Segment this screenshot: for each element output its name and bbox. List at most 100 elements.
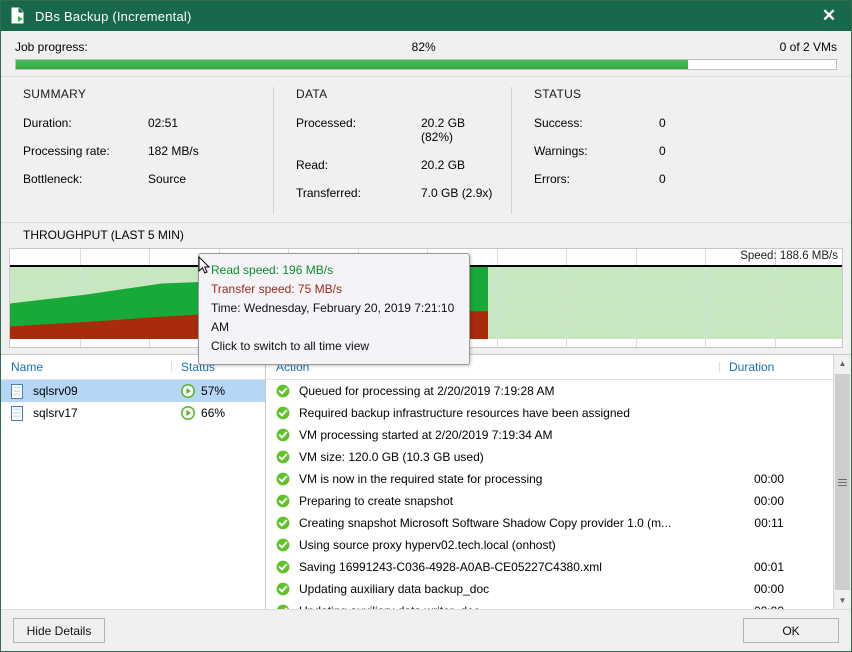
progress-bar [15, 59, 837, 70]
vm-status-label: 57% [201, 384, 225, 398]
action-duration: 00:00 [719, 604, 851, 609]
job-document-icon [9, 7, 27, 25]
action-text: Updating auxiliary data writer_doc [299, 604, 480, 609]
action-duration: 00:00 [719, 582, 851, 596]
action-list-pane: Action Duration Queued for processing at… [266, 355, 851, 609]
success-check-icon [276, 560, 290, 574]
action-text: Saving 16991243-C036-4928-A0AB-CE05227C4… [299, 560, 602, 574]
close-icon[interactable]: ✕ [807, 1, 851, 31]
window-title: DBs Backup (Incremental) [35, 9, 192, 24]
action-text: Queued for processing at 2/20/2019 7:19:… [299, 384, 555, 398]
action-row[interactable]: VM size: 120.0 GB (10.3 GB used) [266, 446, 851, 468]
data-row-processed: Processed: 20.2 GB (82%) [296, 116, 493, 144]
action-text: VM size: 120.0 GB (10.3 GB used) [299, 450, 484, 464]
action-row[interactable]: Updating auxiliary data writer_doc 00:00 [266, 600, 851, 609]
action-row[interactable]: Using source proxy hyperv02.tech.local (… [266, 534, 851, 556]
action-row[interactable]: Updating auxiliary data backup_doc 00:00 [266, 578, 851, 600]
summary-processing-rate-label: Processing rate: [23, 144, 148, 158]
status-row-success: Success: 0 [534, 116, 833, 130]
action-text: Required backup infrastructure resources… [299, 406, 630, 420]
status-column: STATUS Success: 0 Warnings: 0 Errors: 0 [511, 87, 851, 214]
statistics-section: SUMMARY Duration: 02:51 Processing rate:… [1, 77, 851, 223]
success-check-icon [276, 428, 290, 442]
vm-row[interactable]: sqlsrv09 57% [1, 380, 265, 402]
action-row[interactable]: VM is now in the required state for proc… [266, 468, 851, 490]
scroll-up-icon[interactable]: ▲ [834, 355, 851, 372]
action-row[interactable]: Creating snapshot Microsoft Software Sha… [266, 512, 851, 534]
vm-rows: sqlsrv09 57% sqlsrv1766% [1, 380, 265, 609]
progress-label: Job progress: [15, 40, 88, 54]
status-row-errors: Errors: 0 [534, 172, 833, 186]
summary-bottleneck-label: Bottleneck: [23, 172, 148, 186]
title-bar: DBs Backup (Incremental) ✕ [1, 1, 851, 31]
scrollbar-grip-icon [838, 477, 847, 488]
in-progress-icon [181, 406, 195, 420]
action-row[interactable]: VM processing started at 2/20/2019 7:19:… [266, 424, 851, 446]
action-text: Preparing to create snapshot [299, 494, 453, 508]
vm-list-pane: Name Status sqlsrv0957%sqlsrv1766% [1, 355, 266, 609]
action-text: VM processing started at 2/20/2019 7:19:… [299, 428, 553, 442]
tooltip-read-speed: Read speed: 196 MB/s [211, 261, 459, 280]
vm-icon [11, 384, 23, 399]
tooltip-time: Time: Wednesday, February 20, 2019 7:21:… [211, 299, 459, 337]
success-check-icon [276, 472, 290, 486]
data-row-transferred: Transferred: 7.0 GB (2.9x) [296, 186, 493, 200]
scroll-down-icon[interactable]: ▼ [834, 592, 851, 609]
action-row[interactable]: Preparing to create snapshot 00:00 [266, 490, 851, 512]
vm-status-label: 66% [201, 406, 225, 420]
status-success-value: 0 [659, 116, 833, 130]
scrollbar-track[interactable] [834, 372, 851, 592]
vm-column-name[interactable]: Name [1, 360, 171, 374]
action-text: Using source proxy hyperv02.tech.local (… [299, 538, 556, 552]
success-check-icon [276, 450, 290, 464]
summary-row-duration: Duration: 02:51 [23, 116, 255, 130]
vm-name-label: sqlsrv09 [33, 384, 78, 398]
action-duration: 00:00 [719, 494, 851, 508]
progress-percent: 82% [88, 40, 780, 54]
status-errors-label: Errors: [534, 172, 659, 186]
summary-bottleneck-value: Source [148, 172, 255, 186]
action-duration: 00:11 [719, 516, 851, 530]
success-check-icon [276, 406, 290, 420]
status-row-warnings: Warnings: 0 [534, 144, 833, 158]
ok-button[interactable]: OK [743, 618, 839, 643]
in-progress-icon [181, 384, 195, 398]
throughput-heading: THROUGHPUT (LAST 5 MIN) [1, 223, 851, 248]
data-processed-label: Processed: [296, 116, 421, 144]
summary-row-processing-rate: Processing rate: 182 MB/s [23, 144, 255, 158]
success-check-icon [276, 604, 290, 609]
action-row[interactable]: Saving 16991243-C036-4928-A0AB-CE05227C4… [266, 556, 851, 578]
status-warnings-value: 0 [659, 144, 833, 158]
dialog-footer: Hide Details OK [1, 609, 851, 651]
summary-row-bottleneck: Bottleneck: Source [23, 172, 255, 186]
hide-details-button[interactable]: Hide Details [13, 618, 105, 643]
summary-heading: SUMMARY [23, 87, 255, 101]
chart-tooltip: Read speed: 196 MB/s Transfer speed: 75 … [198, 253, 470, 365]
action-row[interactable]: Required backup infrastructure resources… [266, 402, 851, 424]
job-progress-section: Job progress: 82% 0 of 2 VMs [1, 31, 851, 77]
action-rows: Queued for processing at 2/20/2019 7:19:… [266, 380, 851, 609]
data-transferred-value: 7.0 GB (2.9x) [421, 186, 493, 200]
action-duration: 00:00 [719, 472, 851, 486]
success-check-icon [276, 516, 290, 530]
status-heading: STATUS [534, 87, 833, 101]
action-text: Updating auxiliary data backup_doc [299, 582, 489, 596]
action-column-duration[interactable]: Duration [719, 360, 851, 374]
scrollbar-thumb[interactable] [835, 374, 850, 590]
success-check-icon [276, 494, 290, 508]
action-text: Creating snapshot Microsoft Software Sha… [299, 516, 671, 530]
data-transferred-label: Transferred: [296, 186, 421, 200]
action-list-scrollbar[interactable]: ▲ ▼ [833, 355, 851, 609]
chart-speed-label: Speed: 188.6 MB/s [740, 250, 838, 262]
summary-processing-rate-value: 182 MB/s [148, 144, 255, 158]
summary-duration-label: Duration: [23, 116, 148, 130]
data-column: DATA Processed: 20.2 GB (82%) Read: 20.2… [273, 87, 511, 214]
action-row[interactable]: Queued for processing at 2/20/2019 7:19:… [266, 380, 851, 402]
vm-row[interactable]: sqlsrv1766% [1, 402, 265, 424]
job-progress-window: DBs Backup (Incremental) ✕ Job progress:… [0, 0, 852, 652]
status-warnings-label: Warnings: [534, 144, 659, 158]
success-check-icon [276, 384, 290, 398]
data-read-value: 20.2 GB [421, 158, 493, 172]
mouse-cursor-icon [198, 256, 212, 276]
summary-column: SUMMARY Duration: 02:51 Processing rate:… [1, 87, 273, 214]
